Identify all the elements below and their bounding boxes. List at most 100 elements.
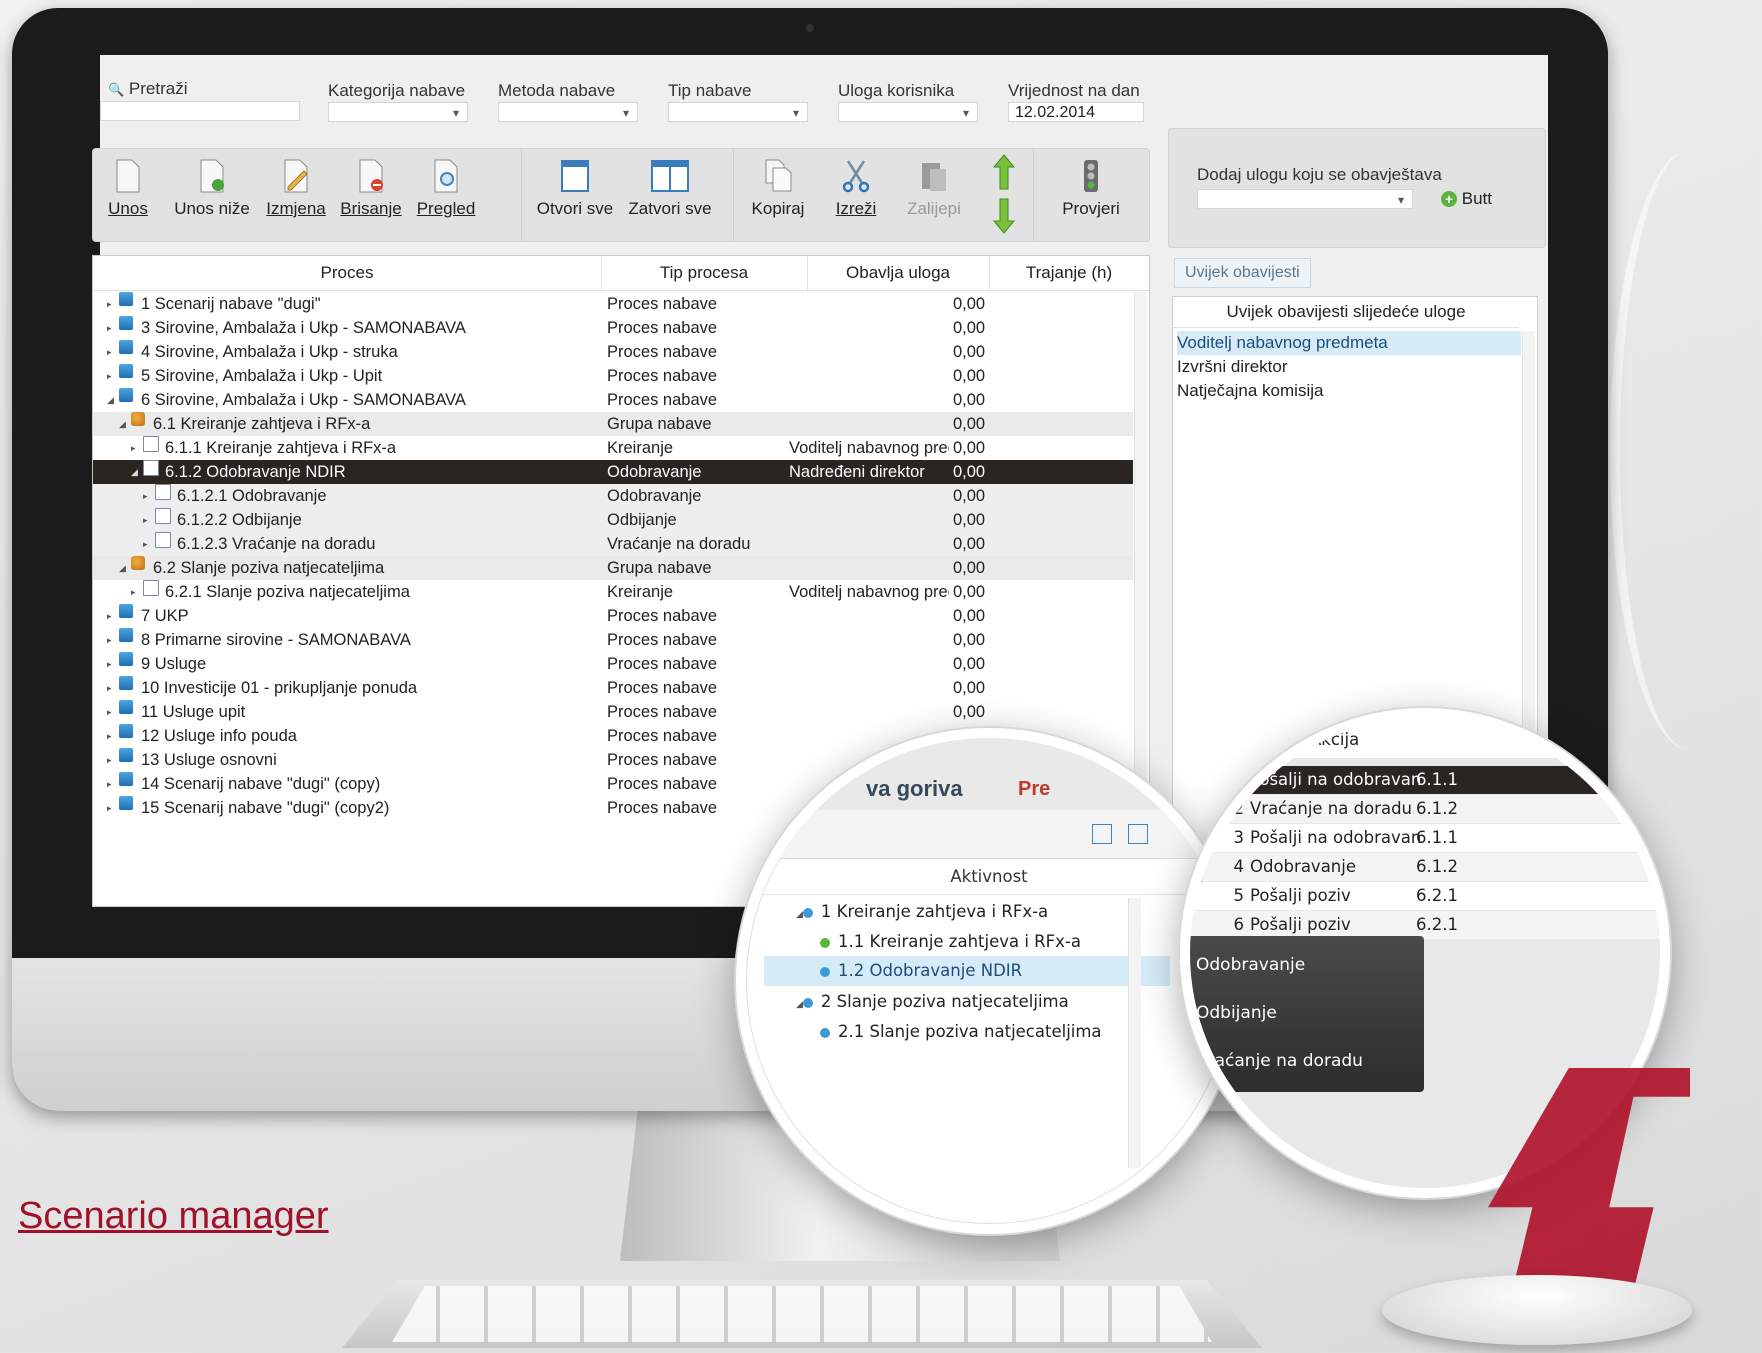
list-item[interactable]: Voditelj nabavnog predmeta [1177, 331, 1521, 355]
table-row[interactable]: ▸ 6.1.2.2 Odbijanje Odbijanje 0,00 [93, 508, 1133, 532]
zatvori-sve-button[interactable]: Zatvori sve [625, 159, 715, 239]
list-item[interactable]: Izvršni direktor [1177, 355, 1521, 379]
scenario-manager-link[interactable]: Scenario manager [18, 1195, 329, 1238]
table-row[interactable]: 6 Pošalji poziv 6.2.1 [1190, 911, 1660, 939]
cell-tip-procesa: Proces nabave [607, 775, 718, 793]
table-row[interactable]: ◢ 6.2 Slanje poziva natjecateljima Grupa n… [93, 556, 1133, 580]
expand-arrow-icon[interactable]: ▸ [107, 604, 112, 628]
table-row[interactable]: ◢ 6.1 Kreiranje zahtjeva i RFx-a Grupa nab… [93, 412, 1133, 436]
cell-tip-procesa: Proces nabave [607, 607, 718, 625]
vrijednost-date-input[interactable]: 12.02.2014 [1008, 102, 1144, 122]
otvori-sve-button[interactable]: Otvori sve [533, 159, 617, 239]
col-akcija[interactable]: Akcija [1310, 730, 1359, 749]
expand-arrow-icon[interactable]: ▸ [107, 364, 112, 388]
brisanje-button[interactable]: Brisanje [337, 159, 405, 239]
table-row[interactable]: ▸ 9 Usluge Proces nabave 0,00 [93, 652, 1133, 676]
cell-tip-procesa: Kreiranje [607, 439, 674, 457]
tip-select[interactable] [668, 102, 808, 123]
expand-arrow-icon[interactable]: ▸ [107, 700, 112, 724]
cell-proces: 6.1.2 Odobravanje NDIR [165, 463, 346, 481]
table-row[interactable]: 4 Odobravanje 6.1.2 [1190, 853, 1660, 881]
izrezi-button[interactable]: Izreži [831, 159, 881, 239]
table-row[interactable]: 5 Pošalji poziv 6.2.1 [1190, 882, 1660, 910]
col-rbr[interactable]: Rbr. [1208, 730, 1240, 749]
menu-odbijanje[interactable]: ✕Odbijanje [1190, 990, 1434, 1036]
list-view-icon[interactable] [1128, 824, 1148, 844]
background-swirl [1610, 150, 1762, 750]
table-row[interactable]: ◢ 6.1.2 Odobravanje NDIR Odobravanje Nadređ… [93, 460, 1133, 484]
expand-arrow-icon[interactable]: ▸ [107, 652, 112, 676]
pregled-button[interactable]: Pregled [413, 159, 479, 239]
toolbar-separator [733, 149, 734, 241]
table-row[interactable]: ▸ 1 Scenarij nabave "dugi" Proces nabave 0,… [93, 292, 1133, 316]
expand-arrow-icon[interactable]: ▸ [107, 316, 112, 340]
table-row[interactable]: ▸ 3 Sirovine, Ambalaža i Ukp - SAMONABAVA… [93, 316, 1133, 340]
table-row[interactable]: ▸ 6.1.2.1 Odobravanje Odobravanje 0,00 [93, 484, 1133, 508]
expand-arrow-icon[interactable]: ▸ [107, 772, 112, 796]
activity-item-selected[interactable]: 1.2 Odobravanje NDIR [764, 956, 1170, 986]
table-row[interactable]: ◢ 6 Sirovine, Ambalaža i Ukp - SAMONABAVA… [93, 388, 1133, 412]
tab-partial[interactable]: va goriva [866, 776, 963, 802]
delete-document-icon [359, 159, 383, 193]
table-row[interactable]: ▸ 6.1.2.3 Vraćanje na doradu Vraćanje na d… [93, 532, 1133, 556]
activity-item[interactable]: ◢ 2 Slanje poziva natjecateljima [796, 992, 1069, 1011]
table-row[interactable]: ▸ 6.2.1 Slanje poziva natjecateljima Kreir… [93, 580, 1133, 604]
col-proces[interactable]: Proces [93, 256, 602, 290]
kopiraj-button[interactable]: Kopiraj [745, 159, 811, 239]
table-row[interactable]: ▸ 4 Sirovine, Ambalaža i Ukp - struka Proc… [93, 340, 1133, 364]
collapse-arrow-icon[interactable]: ◢ [119, 556, 126, 580]
expand-arrow-icon[interactable]: ▸ [131, 436, 136, 460]
col-trajanje[interactable]: Trajanje (h) [989, 256, 1149, 290]
col-tip-procesa[interactable]: Tip procesa [601, 256, 808, 290]
tab-uvijek-obavijesti[interactable]: Uvijek obavijesti [1174, 258, 1311, 288]
notify-role-select[interactable] [1197, 189, 1413, 210]
unos-nize-button[interactable]: Unos niže [169, 159, 255, 239]
collapse-arrow-icon[interactable]: ◢ [131, 460, 138, 484]
collapse-arrow-icon[interactable]: ◢ [107, 388, 114, 412]
move-up-down-arrows[interactable] [989, 153, 1019, 234]
expand-arrow-icon[interactable]: ▸ [131, 580, 136, 604]
expand-arrow-icon[interactable]: ▸ [107, 340, 112, 364]
menu-vracanje[interactable]: ↻Vraćanje na doradu [1190, 1038, 1434, 1084]
metoda-select[interactable] [498, 102, 638, 123]
tab-partial-2[interactable]: Pre [1018, 778, 1050, 801]
cell-rbr: 1 [1233, 770, 1245, 789]
table-row[interactable]: ▸ 8 Primarne sirovine - SAMONABAVA Proces … [93, 628, 1133, 652]
table-row[interactable]: 2 Vraćanje na doradu 6.1.2 [1190, 795, 1660, 823]
col-obavlja-uloga[interactable]: Obavlja uloga [807, 256, 990, 290]
table-row[interactable]: ▸ 11 Usluge upit Proces nabave 0,00 [93, 700, 1133, 724]
expand-arrow-icon[interactable]: ▸ [107, 676, 112, 700]
activity-item[interactable]: 2.1 Slanje poziva natjecateljima [820, 1022, 1102, 1041]
uloga-select[interactable] [838, 102, 978, 123]
expand-arrow-icon[interactable]: ▸ [107, 628, 112, 652]
table-row[interactable]: 1 Pošalji na odobravan 6.1.1 [1190, 766, 1660, 794]
unos-button[interactable]: Unos [103, 159, 153, 239]
expand-arrow-icon[interactable]: ▸ [107, 724, 112, 748]
table-row[interactable]: ▸ 5 Sirovine, Ambalaža i Ukp - Upit Proces… [93, 364, 1133, 388]
menu-odobravanje[interactable]: ✓Odobravanje [1190, 942, 1434, 988]
search-input[interactable] [100, 101, 300, 121]
expand-arrow-icon[interactable]: ▸ [143, 484, 148, 508]
expand-arrow-icon[interactable]: ▸ [107, 796, 112, 820]
zalijepi-button[interactable]: Zalijepi [903, 159, 965, 239]
notify-add-button[interactable]: + Butt [1441, 189, 1492, 209]
provjeri-button[interactable]: Provjeri [1051, 159, 1131, 239]
tree-view-icon[interactable] [1092, 824, 1112, 844]
cell-tip-procesa: Odbijanje [607, 511, 677, 529]
table-row[interactable]: ▸ 7 UKP Proces nabave 0,00 [93, 604, 1133, 628]
collapse-arrow-icon[interactable]: ◢ [119, 412, 126, 436]
activity-item[interactable]: 1.1 Kreiranje zahtjeva i RFx-a [820, 932, 1081, 951]
table-row[interactable]: ▸ 10 Investicije 01 - prikupljanje ponuda… [93, 676, 1133, 700]
izmjena-button[interactable]: Izmjena [263, 159, 329, 239]
expand-arrow-icon[interactable]: ▸ [107, 292, 112, 316]
kategorija-select[interactable] [328, 102, 468, 123]
activity-item[interactable]: ◢ 1 Kreiranje zahtjeva i RFx-a [796, 902, 1048, 921]
expand-arrow-icon[interactable]: ▸ [143, 508, 148, 532]
activity-scrollbar[interactable] [1128, 898, 1141, 1168]
expand-arrow-icon[interactable]: ▸ [107, 748, 112, 772]
list-item[interactable]: Natječajna komisija [1177, 379, 1521, 403]
table-row[interactable]: 3 Pošalji na odobravan 6.1.1 [1190, 824, 1660, 852]
expand-arrow-icon[interactable]: ▸ [143, 532, 148, 556]
cell-proces: 7 UKP [141, 607, 189, 625]
table-row[interactable]: ▸ 6.1.1 Kreiranje zahtjeva i RFx-a Kreiran… [93, 436, 1133, 460]
